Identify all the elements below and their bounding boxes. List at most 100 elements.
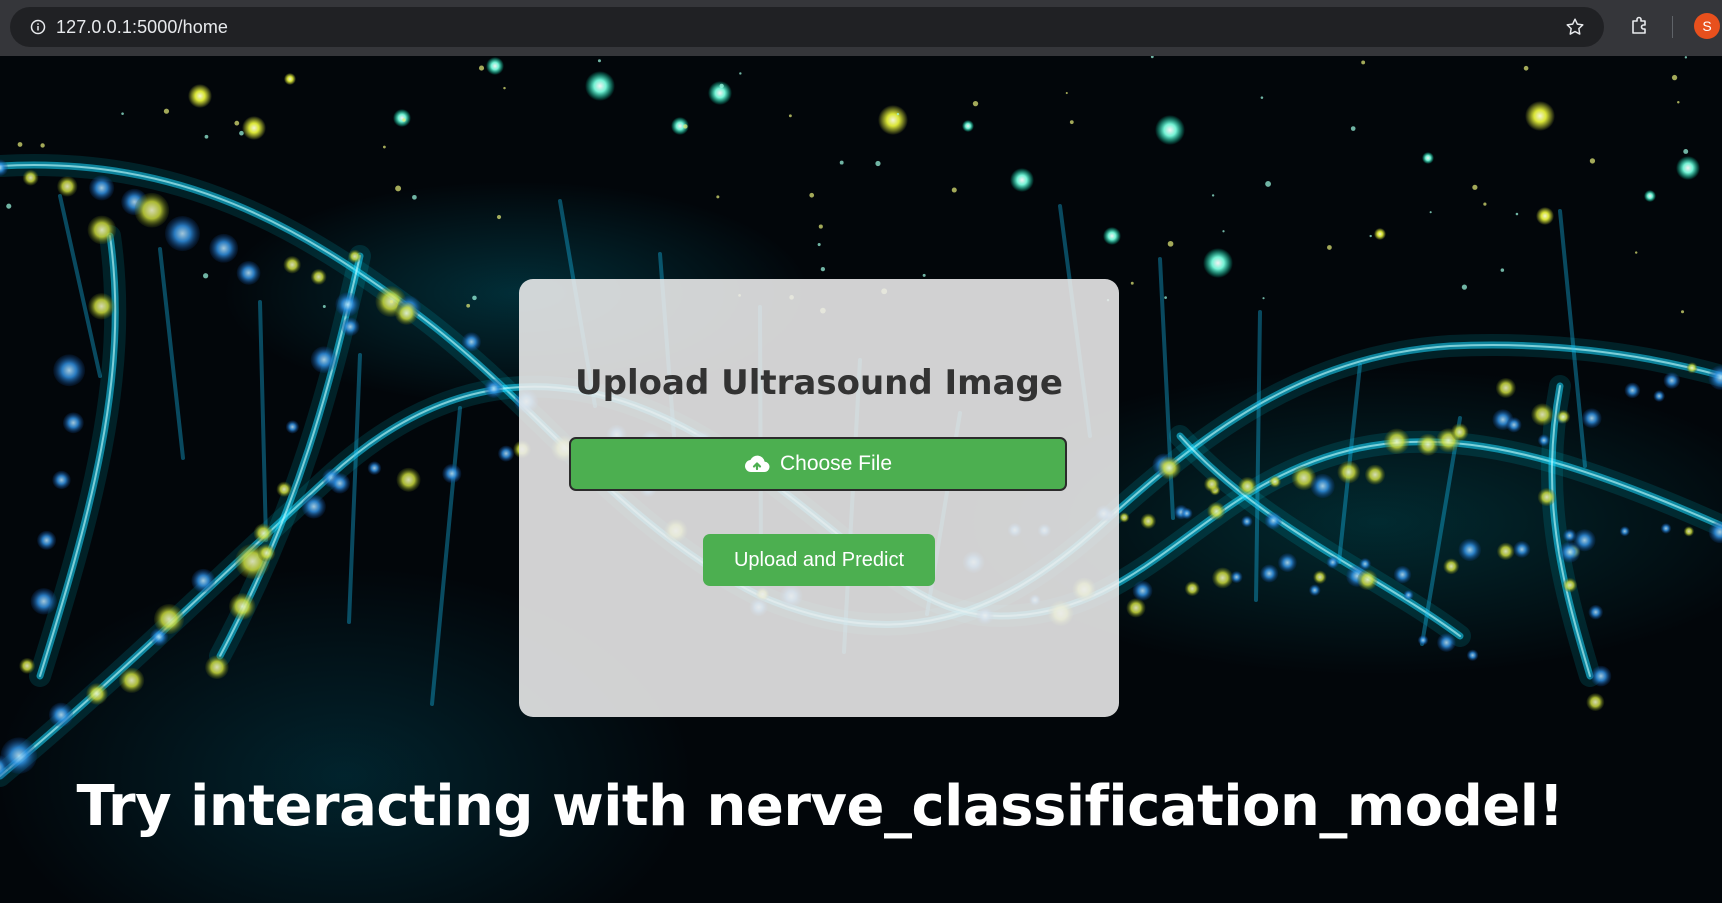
dna-bead [1238,476,1257,496]
dna-bead [1181,507,1193,520]
dna-bead [1683,526,1695,537]
dna-bead [236,260,261,285]
dna-bead [1680,310,1685,314]
dna-bead [1451,423,1469,441]
dna-bead [40,143,45,148]
dna-bead [382,145,386,149]
dna-bead [962,120,974,132]
dna-bead [1671,74,1678,81]
dna-bead [951,187,957,193]
dna-bead [503,86,506,90]
dna-bead [285,420,299,434]
dna-bead [472,295,477,301]
dna-bead [1212,567,1234,589]
dna-bead [1686,362,1698,374]
dna-bead [1556,409,1571,424]
dna-bead [1500,268,1505,272]
dna-bead [37,530,57,550]
dna-bead [153,604,185,635]
dna-bead [86,683,108,705]
dna-bead [1393,565,1412,584]
dna-bead [1310,473,1335,499]
dna-bead [322,305,326,308]
dna-bead [1065,92,1068,95]
dna-bead [310,269,327,285]
dna-bead [486,57,504,75]
dna-bead [1644,190,1656,202]
dna-bead [394,301,418,325]
dna-bead [1140,513,1157,529]
dna-bead [1590,665,1612,687]
upload-predict-button[interactable]: Upload and Predict [703,534,935,586]
dna-bead [1211,194,1215,197]
dna-bead [1523,65,1529,71]
dna-bead [896,112,900,116]
dna-bead [284,73,296,85]
dna-bead [1458,538,1482,562]
dna-bead [683,124,688,129]
puzzle-icon[interactable] [1628,14,1652,38]
promo-heading: Try interacting with nerve_classificatio… [76,774,1564,839]
dna-bead [1429,211,1432,214]
dna-bead [1130,281,1134,285]
address-bar[interactable]: 127.0.0.1:5000/home [10,7,1604,47]
dna-bead [396,467,421,492]
dna-bead [257,544,276,562]
dna-bead [329,473,351,494]
dna-bead [597,59,601,63]
dna-bead [1676,156,1700,180]
dna-bead [53,354,86,387]
dna-strand [347,353,362,624]
dna-bead [1119,512,1130,523]
dna-bead [119,667,145,693]
dna-bead [1461,284,1468,290]
dna-bead [17,142,23,147]
dna-bead [496,214,502,220]
dna-bead [478,65,485,71]
dna-background: Upload Ultrasound Image Choose File Uplo… [0,56,1722,903]
dna-bead [809,192,815,198]
dna-bead [367,461,382,475]
dna-bead [1619,526,1630,537]
dna-bead [1417,433,1440,456]
dna-bead [922,273,926,277]
dna-bead [1350,126,1356,131]
dna-bead [1326,556,1339,569]
dna-bead [1383,428,1410,455]
dna-bead [820,267,826,272]
dna-bead [393,109,411,127]
dna-bead [466,303,471,308]
dna-bead [1581,408,1602,429]
dna-bead [1158,456,1181,480]
choose-file-button[interactable]: Choose File [569,437,1067,491]
dna-bead [484,378,504,398]
dna-bead [1103,227,1121,245]
choose-file-label: Choose File [779,452,893,475]
dna-bead [62,412,84,434]
info-icon[interactable] [30,19,46,35]
url-text[interactable]: 127.0.0.1:5000/home [56,17,228,38]
dna-bead [1361,60,1366,65]
dna-bead [1132,580,1153,601]
dna-bead [1207,502,1226,521]
dna-bead [1126,598,1146,618]
dna-bead [1260,96,1264,99]
dna-bead [348,249,362,263]
dna-bead [1525,101,1555,131]
dna-bead [972,100,979,107]
dna-bead [1515,212,1519,216]
dna-bead [1150,56,1154,59]
dna-bead [1337,460,1361,484]
profile-avatar[interactable]: S [1694,13,1720,39]
dna-bead [402,118,406,122]
dna-bead [30,588,57,615]
dna-bead [1437,633,1456,652]
dna-bead [1635,251,1638,254]
dna-bead [188,84,212,108]
dna-bead [1241,515,1253,528]
dna-bead [1506,417,1522,433]
dna-bead [875,160,881,167]
dna-bead [1374,228,1386,240]
dna-bead [461,332,481,352]
star-icon[interactable] [1564,16,1586,38]
